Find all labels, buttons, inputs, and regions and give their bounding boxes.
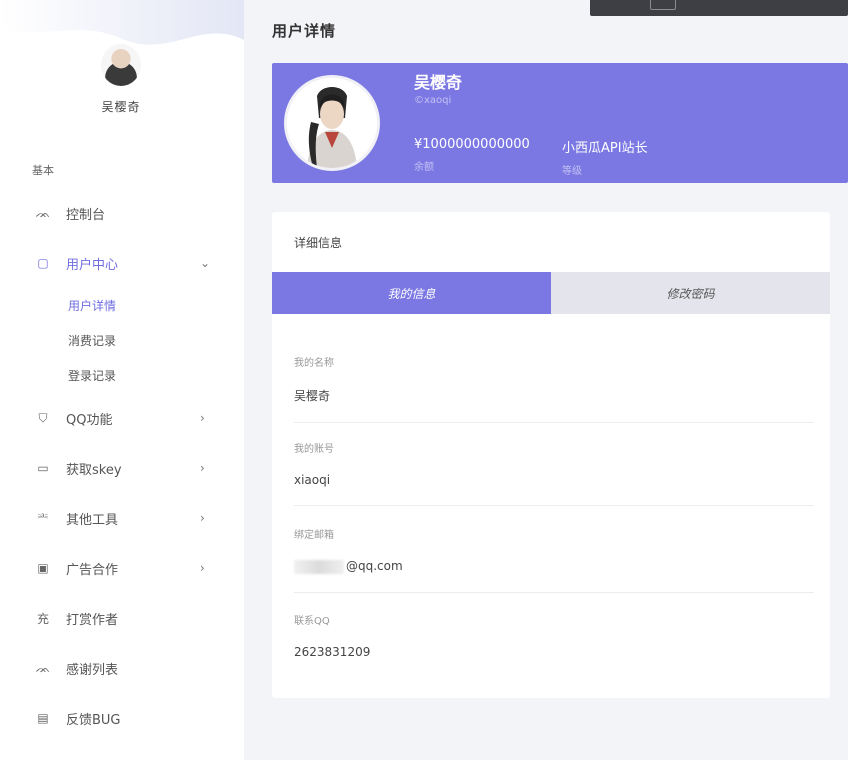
- shield-icon: ⛉: [38, 410, 48, 425]
- field-value: xiaoqi: [294, 473, 331, 487]
- sidebar-profile[interactable]: 吴樱奇: [86, 44, 156, 115]
- level-value: 小西瓜API站长: [562, 141, 648, 156]
- field-value: 2623831209: [294, 645, 371, 659]
- sidebar-nav: ᨏ 控制台 ▢ 用户中心 ⌄ 用户详情 消费记录 登录记录 ⛉ QQ功能 › ▭…: [0, 188, 244, 743]
- sidebar-item-label: QQ功能: [66, 412, 113, 428]
- chevron-right-icon: ›: [200, 561, 205, 575]
- sidebar-item-tools[interactable]: ⎃ 其他工具 ›: [0, 493, 244, 543]
- field-label: 我的账号: [294, 444, 334, 455]
- balance-stat: ¥1000000000000 余额: [414, 137, 530, 173]
- sidebar-item-label: 其他工具: [66, 512, 119, 528]
- submenu-item-user-detail[interactable]: 用户详情: [68, 288, 244, 323]
- redacted-email-prefix: [294, 559, 344, 574]
- speed-icon: ᨏ: [35, 660, 51, 675]
- sidebar-item-dashboard[interactable]: ᨏ 控制台: [0, 188, 244, 238]
- banner-user-subtitle: ©xaoqi: [414, 95, 452, 106]
- sidebar-item-label: 打赏作者: [66, 612, 119, 628]
- tab-my-info[interactable]: 我的信息: [272, 272, 551, 314]
- balance-value: ¥1000000000000: [414, 137, 530, 152]
- user-avatar[interactable]: [284, 75, 380, 171]
- nav-section-label: 基本: [32, 164, 54, 177]
- chevron-right-icon: ›: [200, 511, 205, 525]
- page-title: 用户详情: [272, 22, 337, 40]
- sidebar-item-label: 感谢列表: [66, 662, 119, 678]
- divider: [294, 422, 814, 423]
- gift-icon: 充: [36, 611, 49, 626]
- monitor-icon: ▭: [37, 461, 49, 475]
- sidebar-item-label: 广告合作: [66, 562, 119, 578]
- tools-icon: ⎃: [37, 510, 49, 525]
- divider: [294, 505, 814, 506]
- sidebar-item-label: 用户中心: [66, 257, 119, 273]
- field-value-email: @qq.com: [294, 559, 814, 574]
- email-domain: @qq.com: [346, 559, 403, 573]
- card-title: 详细信息: [294, 236, 343, 250]
- field-nickname: 我的名称 吴樱奇: [294, 354, 814, 423]
- sidebar-item-donate[interactable]: 充 打赏作者: [0, 593, 244, 643]
- submenu-item-login-log[interactable]: 登录记录: [68, 358, 244, 393]
- sidebar-item-thanks[interactable]: ᨏ 感谢列表: [0, 643, 244, 693]
- detail-tabs: 我的信息 修改密码: [272, 272, 830, 314]
- user-card-icon: ▢: [37, 256, 49, 270]
- user-center-submenu: 用户详情 消费记录 登录记录: [0, 288, 244, 393]
- sidebar-item-qq[interactable]: ⛉ QQ功能 ›: [0, 393, 244, 443]
- field-value: 吴樱奇: [294, 389, 331, 403]
- ad-icon: ▣: [37, 561, 49, 575]
- sidebar-item-label: 获取skey: [66, 462, 122, 478]
- user-profile-banner: 吴樱奇 ©xaoqi ¥1000000000000 余额 小西瓜API站长 等级: [272, 63, 848, 183]
- avatar-portrait: [287, 78, 377, 168]
- field-qq: 联系QQ 2623831209: [294, 612, 814, 659]
- banner-user-name: 吴樱奇: [414, 73, 463, 92]
- level-stat: 小西瓜API站长 等级: [562, 137, 648, 177]
- sidebar-item-user-center[interactable]: ▢ 用户中心 ⌄: [0, 238, 244, 288]
- field-label: 绑定邮箱: [294, 530, 334, 541]
- field-email: 绑定邮箱 @qq.com: [294, 526, 814, 593]
- bug-report-icon: ▤: [37, 711, 49, 725]
- sidebar-item-feedback[interactable]: ▤ 反馈BUG: [0, 693, 244, 743]
- top-bar-button[interactable]: [650, 0, 676, 10]
- chevron-right-icon: ›: [200, 461, 205, 475]
- dashboard-icon: ᨏ: [35, 205, 51, 220]
- window-top-bar: [590, 0, 848, 16]
- divider: [294, 591, 814, 593]
- chevron-down-icon: ⌄: [200, 256, 211, 270]
- submenu-item-consumption[interactable]: 消费记录: [68, 323, 244, 358]
- sidebar-user-name: 吴樱奇: [101, 100, 141, 114]
- sidebar-item-label: 反馈BUG: [66, 712, 121, 728]
- detail-card: 详细信息 我的信息 修改密码 我的名称 吴樱奇 我的账号 xiaoqi 绑定邮箱…: [272, 212, 830, 698]
- sidebar-item-skey[interactable]: ▭ 获取skey ›: [0, 443, 244, 493]
- tab-change-password[interactable]: 修改密码: [551, 272, 830, 314]
- field-account: 我的账号 xiaoqi: [294, 440, 814, 506]
- sidebar: 吴樱奇 基本 ᨏ 控制台 ▢ 用户中心 ⌄ 用户详情 消费记录 登录记录 ⛉ Q…: [0, 0, 244, 760]
- sidebar-item-ads[interactable]: ▣ 广告合作 ›: [0, 543, 244, 593]
- balance-label: 余额: [414, 162, 434, 173]
- level-label: 等级: [562, 166, 582, 177]
- chevron-right-icon: ›: [200, 411, 205, 425]
- field-label: 我的名称: [294, 358, 334, 369]
- sidebar-avatar[interactable]: [101, 44, 141, 86]
- field-label: 联系QQ: [294, 616, 330, 627]
- sidebar-item-label: 控制台: [66, 207, 106, 223]
